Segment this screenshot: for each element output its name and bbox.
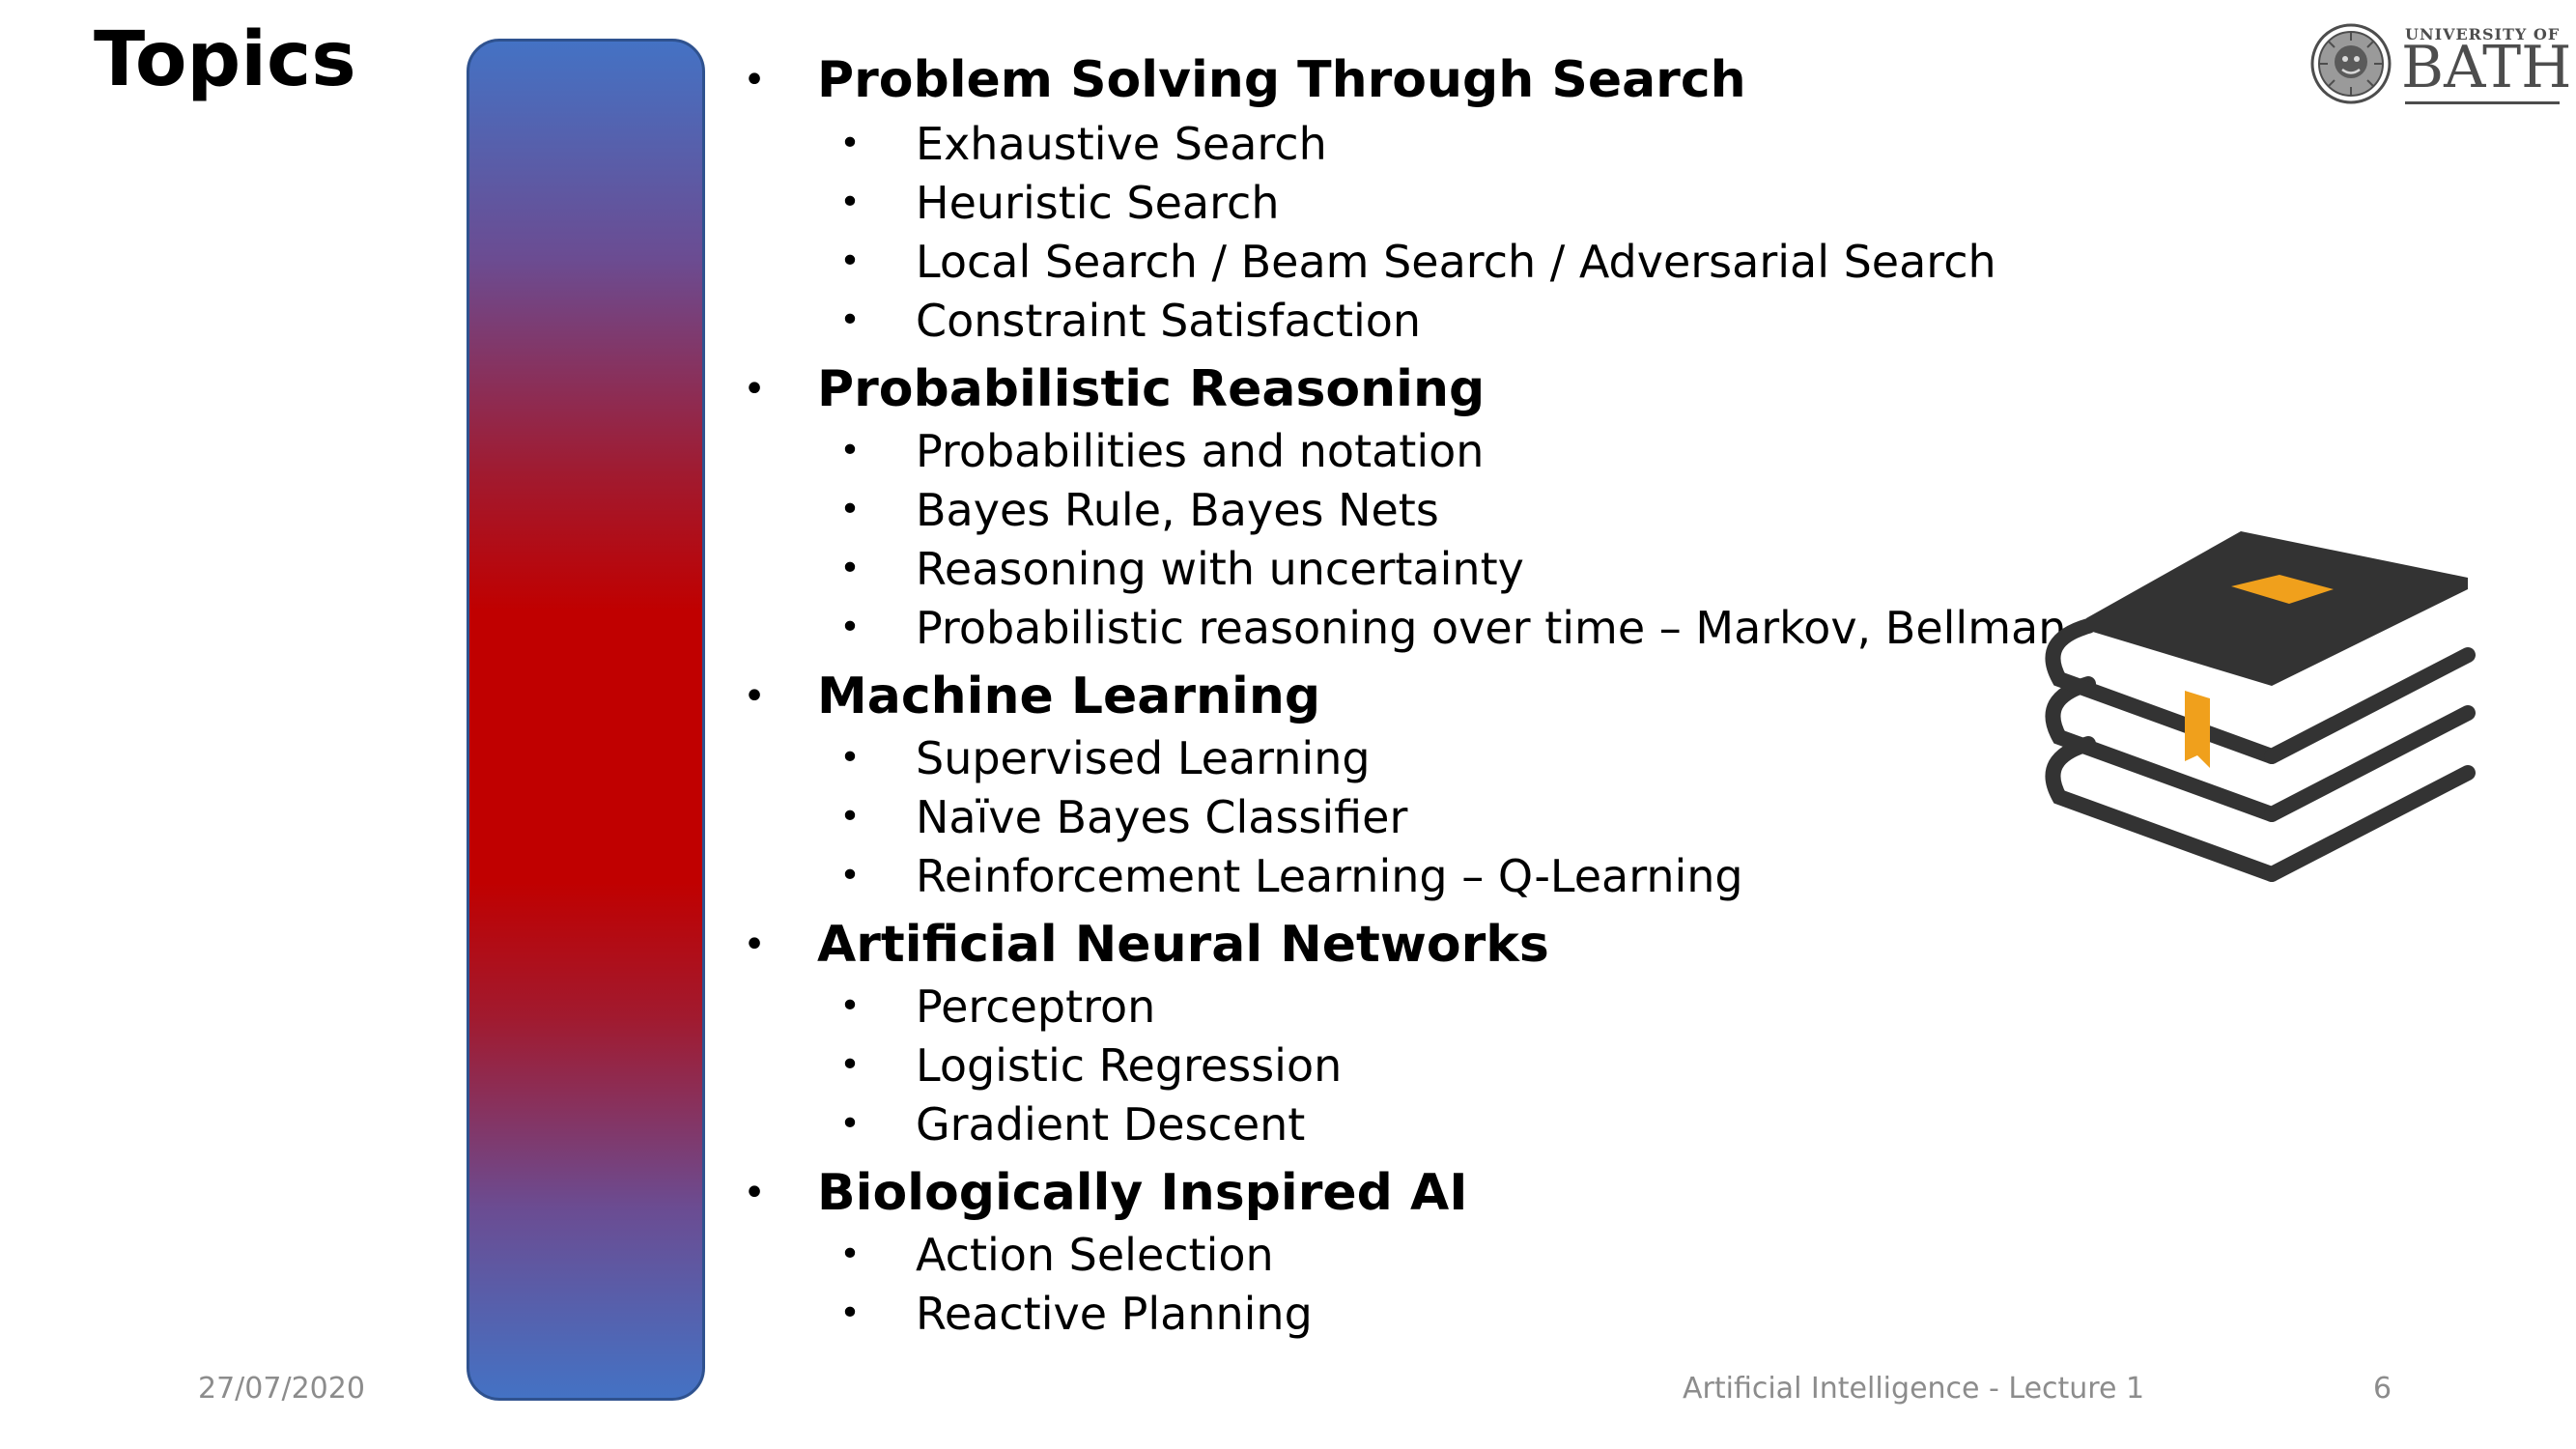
list-item-text: Exhaustive Search <box>916 117 1327 170</box>
list-item-text: Gradient Descent <box>916 1097 1306 1151</box>
list-item: • Constraint Satisfaction <box>734 291 2019 350</box>
list-item-text: Logistic Regression <box>916 1038 1343 1092</box>
bullet-icon: • <box>839 242 861 281</box>
topic-heading: • Machine Learning <box>734 665 2019 728</box>
list-item-text: Reactive Planning <box>916 1287 1313 1340</box>
list-item-text: Supervised Learning <box>916 731 1371 784</box>
list-item: • Local Search / Beam Search / Adversaria… <box>734 232 2019 291</box>
bullet-icon: • <box>839 183 861 222</box>
list-item: • Probabilities and notation <box>734 421 2019 480</box>
list-item: • Supervised Learning <box>734 728 2019 787</box>
bullet-icon: • <box>839 431 861 470</box>
bullet-icon: • <box>839 986 861 1026</box>
list-item-text: Perceptron <box>916 980 1156 1033</box>
slide-title: Topics <box>94 16 356 103</box>
list-item-text: Constraint Satisfaction <box>916 294 1422 347</box>
bullet-icon: • <box>839 1235 861 1274</box>
topic-title: Artificial Neural Networks <box>817 916 1549 974</box>
bullet-icon: • <box>743 674 766 719</box>
list-item: • Exhaustive Search <box>734 114 2019 173</box>
footer-date: 27/07/2020 <box>198 1372 365 1406</box>
bullet-icon: • <box>743 58 766 102</box>
list-item: • Reinforcement Learning – Q-Learning <box>734 846 2019 905</box>
list-item: • Naïve Bayes Classifier <box>734 787 2019 846</box>
topics-list: • Problem Solving Through Search • Exhaus… <box>734 46 2066 1350</box>
bullet-icon: • <box>839 549 861 588</box>
logo-underline <box>2405 101 2560 104</box>
list-item: • Perceptron <box>734 977 2019 1036</box>
topic-heading: • Problem Solving Through Search <box>734 46 2019 114</box>
list-item-text: Probabilistic reasoning over time – Mark… <box>916 601 2067 654</box>
logo-line-bath: BATH <box>2401 34 2572 101</box>
bullet-icon: • <box>839 608 861 647</box>
university-logo: UNIVERSITY OF BATH <box>2310 17 2571 110</box>
topic-group-bio-ai: • Biologically Inspired AI • Action Selec… <box>734 1161 2019 1343</box>
list-item: • Logistic Regression <box>734 1036 2019 1094</box>
university-crest-icon <box>2310 23 2392 104</box>
stacked-books-icon <box>2045 531 2476 882</box>
bullet-icon: • <box>839 1104 861 1144</box>
bullet-icon: • <box>743 367 766 412</box>
list-item: • Reasoning with uncertainty <box>734 539 2019 598</box>
list-item-text: Action Selection <box>916 1228 1274 1281</box>
topic-heading: • Artificial Neural Networks <box>734 913 2019 977</box>
list-item: • Action Selection <box>734 1225 2019 1284</box>
list-item: • Probabilistic reasoning over time – Mar… <box>734 598 2066 657</box>
list-item-text: Heuristic Search <box>916 176 1280 229</box>
topic-title: Problem Solving Through Search <box>817 51 1746 109</box>
bullet-icon: • <box>839 300 861 340</box>
footer-course: Artificial Intelligence - Lecture 1 <box>1683 1372 2145 1406</box>
topic-group-machine-learning: • Machine Learning • Supervised Learning … <box>734 665 2019 905</box>
bullet-icon: • <box>839 1293 861 1333</box>
gradient-bar <box>467 39 705 1401</box>
bullet-icon: • <box>839 856 861 895</box>
list-item: • Bayes Rule, Bayes Nets <box>734 480 2019 539</box>
bullet-icon: • <box>839 124 861 163</box>
topic-group-probabilistic: • Probabilistic Reasoning • Probabilities… <box>734 357 2066 657</box>
list-item: • Heuristic Search <box>734 173 2019 232</box>
list-item-text: Naïve Bayes Classifier <box>916 790 1408 843</box>
bullet-icon: • <box>839 490 861 529</box>
topic-group-neural-networks: • Artificial Neural Networks • Perceptron… <box>734 913 2019 1153</box>
bullet-icon: • <box>743 1171 766 1215</box>
list-item-text: Bayes Rule, Bayes Nets <box>916 483 1439 536</box>
list-item-text: Reinforcement Learning – Q-Learning <box>916 849 1743 902</box>
bullet-icon: • <box>839 738 861 778</box>
page-number: 6 <box>2373 1372 2392 1406</box>
bullet-icon: • <box>839 1045 861 1085</box>
list-item: • Gradient Descent <box>734 1094 2019 1153</box>
topic-heading: • Biologically Inspired AI <box>734 1161 2019 1225</box>
topic-group-search: • Problem Solving Through Search • Exhaus… <box>734 46 2019 350</box>
list-item: • Reactive Planning <box>734 1284 2019 1343</box>
topic-title: Machine Learning <box>817 668 1321 725</box>
topic-title: Biologically Inspired AI <box>817 1164 1468 1222</box>
list-item-text: Probabilities and notation <box>916 424 1485 477</box>
list-item-text: Reasoning with uncertainty <box>916 542 1524 595</box>
bullet-icon: • <box>839 797 861 837</box>
list-item-text: Local Search / Beam Search / Adversarial… <box>916 235 1996 288</box>
topic-title: Probabilistic Reasoning <box>817 360 1486 418</box>
bullet-icon: • <box>743 923 766 967</box>
topic-heading: • Probabilistic Reasoning <box>734 357 2019 421</box>
